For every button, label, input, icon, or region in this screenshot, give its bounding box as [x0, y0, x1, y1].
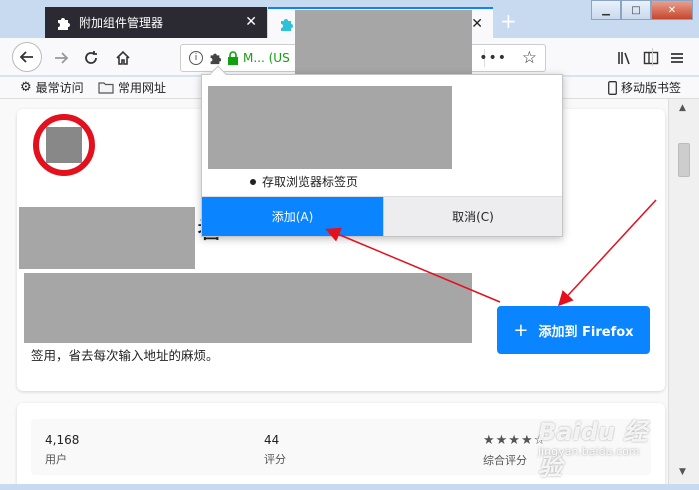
hamburger-icon: [671, 53, 683, 63]
stat-reviews[interactable]: 44 评分: [264, 433, 286, 467]
addon-logo-inner: [46, 127, 82, 163]
permission-text: 存取浏览器标签页: [262, 175, 359, 189]
stat-users: 4,168 用户: [45, 433, 79, 467]
menu-button[interactable]: [664, 45, 690, 71]
forward-button[interactable]: [48, 45, 74, 71]
back-button[interactable]: [12, 42, 42, 72]
home-button[interactable]: [110, 45, 136, 71]
sidebar-icon: [643, 51, 659, 65]
info-icon[interactable]: i: [189, 51, 203, 65]
maximize-button[interactable]: □: [621, 0, 651, 20]
stat-value: 44: [264, 433, 280, 447]
redacted-description: [24, 273, 472, 343]
minimize-button[interactable]: ▁: [591, 0, 621, 20]
arrow-right-icon: [55, 52, 69, 64]
lock-icon: [228, 51, 238, 65]
window-close-button[interactable]: ✕: [651, 0, 693, 20]
folder-icon: [98, 82, 114, 94]
sidebar-button[interactable]: [638, 45, 664, 71]
watermark: Baidu 经验 jingyan.baidu.com: [536, 412, 661, 481]
arrow-left-icon: [19, 51, 33, 63]
bookmark-most-visited[interactable]: ⚙ 最常访问: [20, 79, 84, 96]
stat-label: 用户: [45, 453, 67, 466]
redacted-popup-header: [208, 86, 452, 169]
page-actions-button[interactable]: •••: [479, 50, 507, 66]
url-text: M... (US: [243, 51, 290, 65]
mobile-icon: [608, 80, 617, 95]
window-bottom-edge: [0, 484, 699, 490]
gear-icon: ⚙: [20, 80, 32, 95]
cancel-button[interactable]: 取消(C): [383, 197, 562, 236]
window-controls: ▁ □ ✕: [591, 0, 693, 20]
reload-button[interactable]: [78, 45, 104, 71]
watermark-url: jingyan.baidu.com: [538, 445, 640, 458]
bookmark-common-sites[interactable]: 常用网址: [98, 79, 166, 96]
page-scrollbar[interactable]: ▲ ▼: [668, 99, 699, 484]
stat-value: 4,168: [45, 433, 80, 447]
puzzle-icon: [281, 18, 293, 31]
bookmark-label: 移动版书签: [620, 81, 681, 95]
tab-label: 附加组件管理器: [79, 16, 164, 30]
install-permission-popup: 存取浏览器标签页 添加(A) 取消(C): [201, 65, 563, 237]
install-label: 添加到 Firefox: [538, 324, 634, 340]
library-icon: [618, 52, 630, 65]
add-to-firefox-button[interactable]: + 添加到 Firefox: [497, 306, 650, 354]
close-icon[interactable]: ✕: [471, 16, 483, 32]
home-icon: [116, 50, 130, 65]
scroll-up-icon[interactable]: ▲: [679, 103, 686, 113]
tab-addons-manager[interactable]: 附加组件管理器 ✕: [45, 7, 267, 38]
scroll-down-icon[interactable]: ▼: [679, 467, 686, 477]
bookmark-star-button[interactable]: ☆: [522, 48, 537, 68]
permission-item: 存取浏览器标签页: [250, 173, 358, 190]
puzzle-icon[interactable]: [208, 51, 222, 65]
new-tab-button[interactable]: +: [500, 9, 517, 33]
addon-description: 签用，省去每次输入地址的麻烦。: [31, 348, 219, 363]
popup-footer: 添加(A) 取消(C): [202, 196, 562, 236]
redacted-tab-area: [295, 10, 472, 74]
plus-icon: +: [513, 319, 529, 341]
scroll-thumb[interactable]: [678, 143, 690, 177]
redacted-title: [19, 207, 195, 269]
puzzle-icon: [58, 17, 70, 30]
bullet-icon: [250, 178, 256, 185]
add-button[interactable]: 添加(A): [202, 197, 383, 236]
addon-logo: [33, 114, 95, 176]
reload-icon: [85, 51, 97, 64]
close-icon[interactable]: ✕: [245, 14, 257, 30]
bookmark-mobile[interactable]: 移动版书签: [608, 79, 681, 96]
toolbar-separator: [652, 48, 653, 66]
library-button[interactable]: [612, 45, 638, 71]
bookmark-label: 常用网址: [118, 81, 167, 95]
bookmark-label: 最常访问: [35, 81, 84, 95]
stat-label: 评分: [264, 453, 286, 466]
